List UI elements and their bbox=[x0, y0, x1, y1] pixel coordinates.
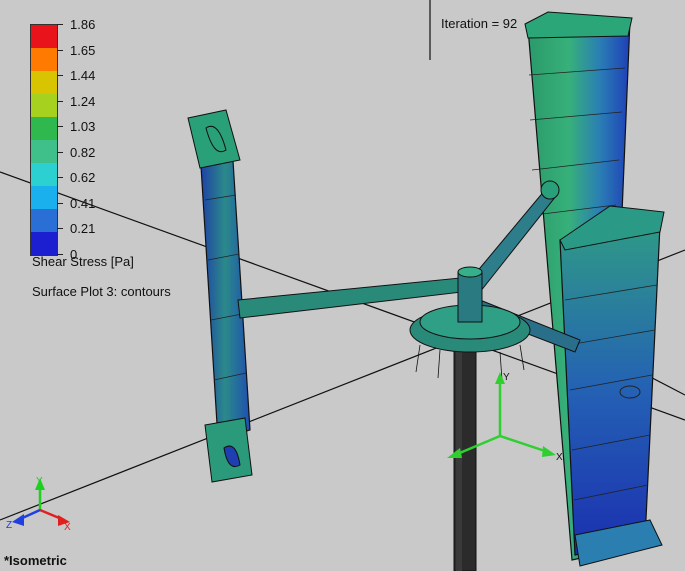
legend-tick-label: 1.86 bbox=[70, 17, 96, 32]
view-name-label: *Isometric bbox=[4, 553, 67, 568]
legend-tick-label: 1.65 bbox=[70, 42, 96, 58]
legend-tick-mark bbox=[57, 228, 63, 230]
legend-swatch bbox=[31, 94, 57, 117]
legend-color-bar bbox=[30, 24, 58, 256]
legend-tick-mark bbox=[57, 24, 63, 25]
legend-swatch bbox=[31, 163, 57, 186]
tower-shaft[interactable] bbox=[453, 349, 477, 571]
legend-tick-label: 0.41 bbox=[70, 195, 96, 211]
triad-x-label: X bbox=[64, 522, 71, 533]
legend-swatch bbox=[31, 48, 57, 71]
legend-quantity-label: Shear Stress [Pa] bbox=[32, 254, 134, 269]
legend-tick-label: 0.62 bbox=[70, 170, 96, 186]
legend-tick-mark bbox=[57, 75, 63, 77]
legend-tick-mark bbox=[57, 202, 63, 204]
legend-tick-label: 1.03 bbox=[70, 119, 96, 135]
legend-tick-label: 1.24 bbox=[70, 93, 96, 109]
svg-text:Y: Y bbox=[503, 372, 510, 383]
legend-swatch bbox=[31, 232, 57, 255]
legend-tick-label: 0.21 bbox=[70, 221, 96, 237]
legend-tick-mark bbox=[57, 177, 63, 179]
left-blade[interactable] bbox=[187, 109, 253, 483]
legend-swatch bbox=[31, 117, 57, 140]
triad-z-label: Z bbox=[6, 520, 12, 531]
legend-tick-mark bbox=[57, 49, 63, 51]
legend-tick-mark bbox=[57, 100, 63, 102]
graphics-viewport[interactable]: Y X Y X Z 1.86 1.65 1.44 1.24 1.03 0.82 0.62 0.… bbox=[0, 0, 685, 571]
triad-y-label: Y bbox=[36, 476, 43, 487]
legend-swatch bbox=[31, 25, 57, 48]
legend-swatch bbox=[31, 209, 57, 232]
plot-name-label: Surface Plot 3: contours bbox=[32, 284, 171, 299]
svg-text:X: X bbox=[556, 452, 563, 463]
right-blade[interactable] bbox=[524, 11, 665, 567]
legend-tick-label: 1.44 bbox=[70, 68, 96, 84]
legend-swatch bbox=[31, 140, 57, 163]
legend-tick-mark bbox=[57, 151, 63, 153]
legend-swatch bbox=[31, 186, 57, 209]
legend-tick-mark bbox=[57, 126, 63, 128]
legend-tick-label: 0.82 bbox=[70, 144, 96, 160]
iteration-label: Iteration = 92 bbox=[441, 16, 518, 31]
legend-swatch bbox=[31, 71, 57, 94]
